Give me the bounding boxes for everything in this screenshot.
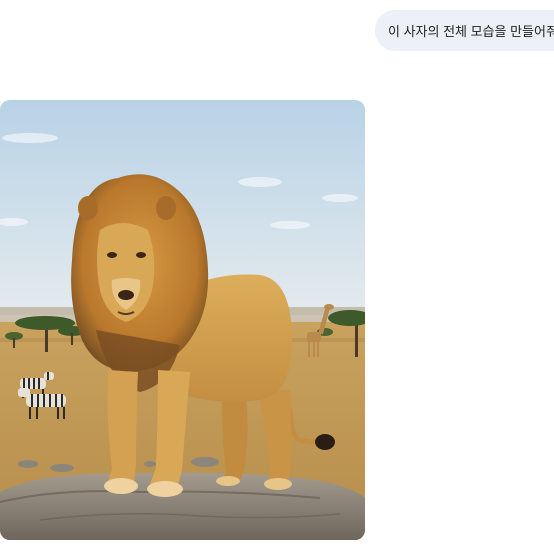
user-message-bubble: 이 사자의 전체 모습을 만들어줘 <box>375 10 554 51</box>
lion-tail-tuft <box>315 434 335 450</box>
chat-thread: 이 사자의 전체 모습을 만들어줘 <box>0 0 554 551</box>
user-message-text: 이 사자의 전체 모습을 만들어줘 <box>388 24 554 39</box>
rock <box>0 472 365 540</box>
generated-lion-image[interactable] <box>0 100 365 540</box>
lion-scene-illustration <box>0 100 365 540</box>
